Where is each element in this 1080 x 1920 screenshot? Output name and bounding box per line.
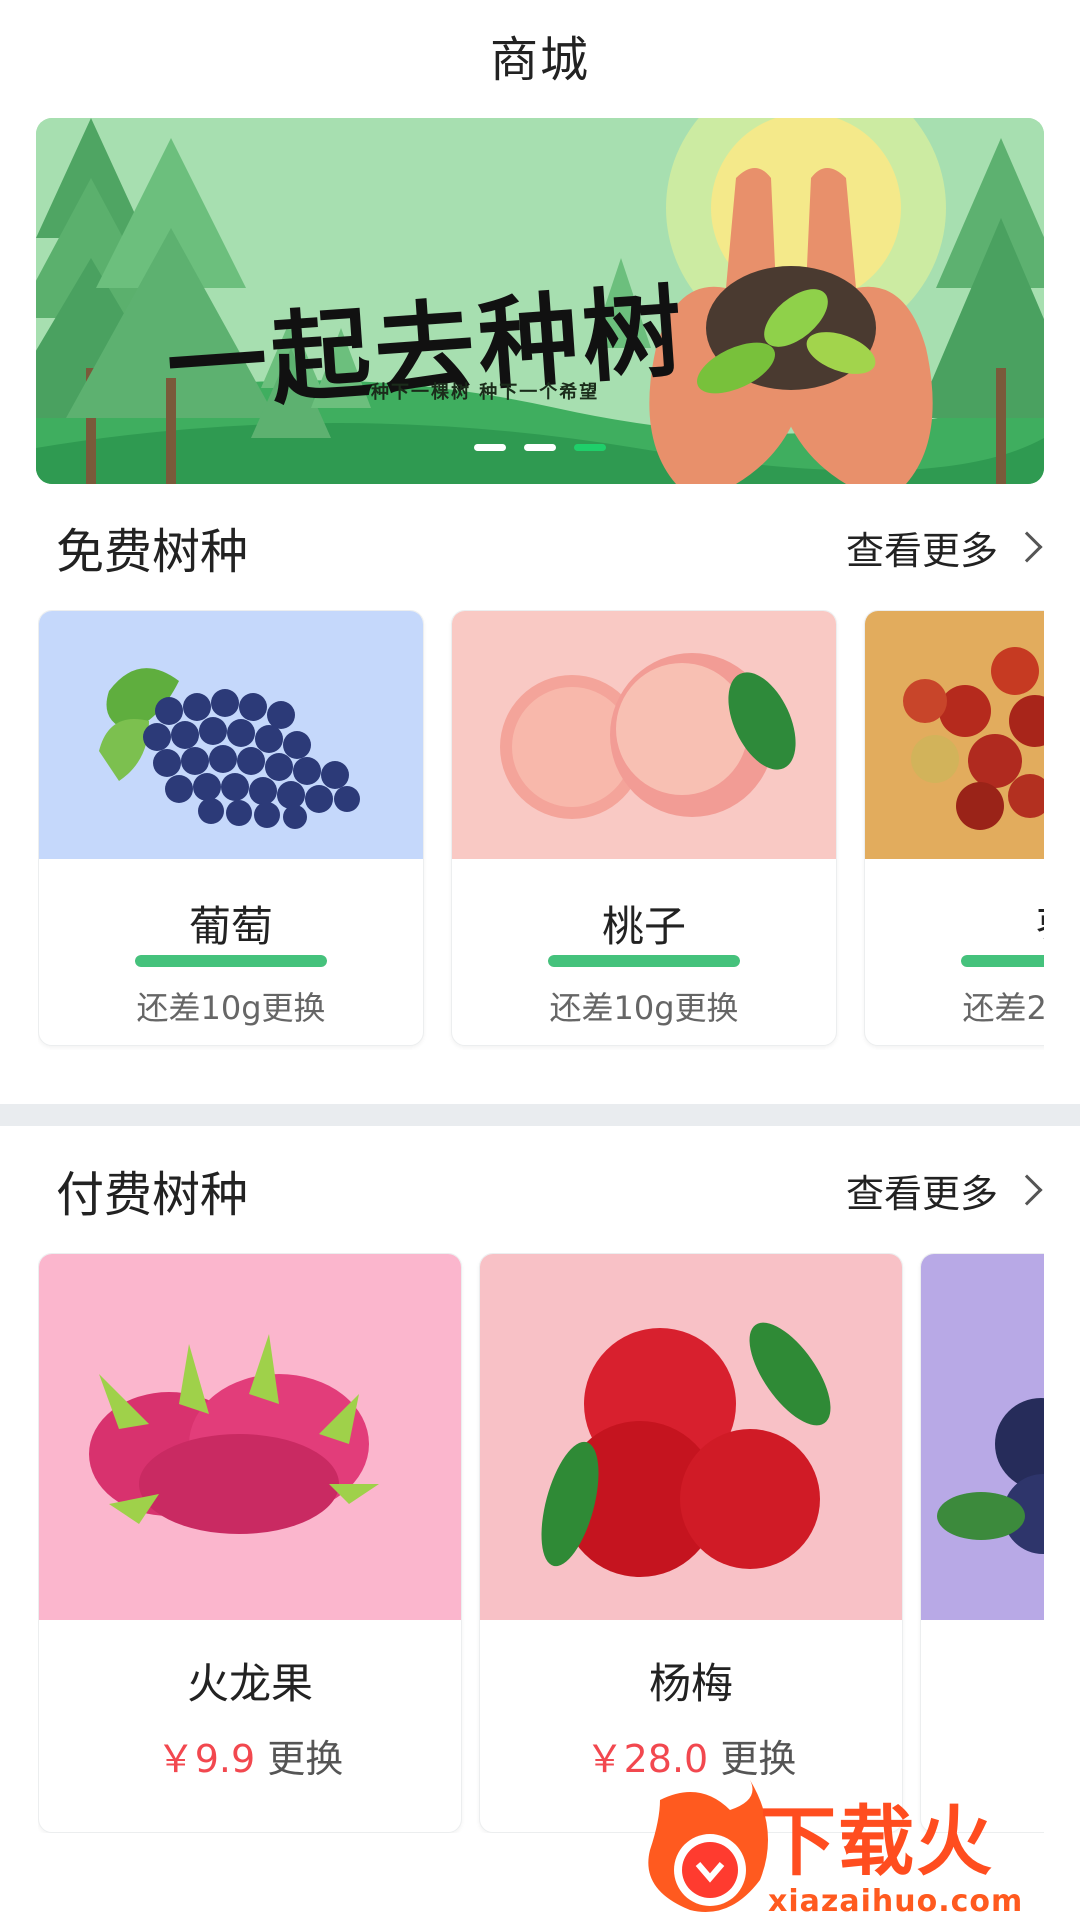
fruit-image [452, 611, 836, 859]
flame-logo-icon [648, 1780, 768, 1912]
price: ￥9.9 [156, 1737, 256, 1781]
free-item-card[interactable]: 桃子 还差10g更换 [451, 610, 837, 1046]
carousel-dots [474, 444, 606, 451]
fruit-name: 火龙果 [186, 1659, 313, 1708]
view-more-label: 查看更多 [845, 1171, 998, 1216]
progress-track [135, 955, 327, 967]
progress-fill [961, 955, 1044, 967]
free-item-card[interactable]: 枣 还差20g更换 [864, 610, 1044, 1046]
paid-item-card[interactable]: 火龙果 ￥9.9 更换 [38, 1253, 462, 1833]
exchange-label: 更换 [267, 1737, 344, 1781]
progress-fill [548, 955, 740, 967]
dragon-fruit-icon [39, 1254, 461, 1620]
fruit-name: 桃子 [601, 902, 686, 951]
free-items-list[interactable]: 葡萄 还差10g更换 桃子 还差10g更换 还差2 [38, 610, 1044, 1050]
watermark-url: xiazaihuo.com [768, 1884, 1024, 1919]
view-more-free[interactable]: 查看更多 [846, 520, 1048, 575]
blueberry-icon [921, 1254, 1044, 1620]
fruit-image [865, 611, 1044, 859]
section-divider [0, 1104, 1080, 1126]
fruit-image [921, 1254, 1044, 1620]
paid-item-card[interactable]: 杨梅 ￥28.0 更换 [479, 1253, 903, 1833]
page-title: 商城 [489, 32, 590, 88]
fruit-image [39, 611, 423, 859]
peach-icon [452, 611, 836, 859]
price-line: ￥28.0 更换 [480, 1728, 902, 1783]
carousel-dot-active[interactable] [574, 444, 606, 451]
progress-fill [135, 955, 327, 967]
section-title: 付费树种 [56, 1167, 249, 1223]
chevron-right-icon [1011, 531, 1043, 563]
watermark-brand: 下载火 [760, 1797, 994, 1886]
bayberry-icon [480, 1254, 902, 1620]
price-line: ￥9.9 更换 [39, 1728, 461, 1783]
banner-carousel[interactable]: 一起去种树 种下一棵树 种下一个希望 [36, 118, 1044, 484]
price-line: ￥ 更换 [921, 1728, 1044, 1783]
fruit-name: 葡萄 [188, 902, 273, 951]
fruit-image [480, 1254, 902, 1620]
chevron-right-icon [1011, 1174, 1043, 1206]
watermark: 下载火 xiazaihuo.com [640, 1780, 1080, 1920]
fruit-name: 枣 [865, 893, 1044, 954]
free-item-card[interactable]: 葡萄 还差10g更换 [38, 610, 424, 1046]
price: ￥28.0 [585, 1737, 709, 1781]
paid-section-header: 付费树种 查看更多 [0, 1150, 1080, 1230]
carousel-dot[interactable] [474, 444, 506, 451]
grape-icon [39, 611, 423, 859]
progress-track [548, 955, 740, 967]
exchange-requirement: 还差10g更换 [549, 989, 739, 1027]
free-section-header: 免费树种 查看更多 [0, 507, 1080, 587]
fruit-name: 杨梅 [648, 1659, 733, 1708]
carousel-dot[interactable] [524, 444, 556, 451]
fruit-name: 蓝莓 [921, 1650, 1044, 1711]
paid-items-list[interactable]: 火龙果 ￥9.9 更换 杨梅 ￥28.0 更换 [38, 1253, 1044, 1833]
fruit-image [39, 1254, 461, 1620]
view-more-label: 查看更多 [845, 528, 998, 573]
view-more-paid[interactable]: 查看更多 [846, 1163, 1048, 1218]
exchange-requirement: 还差10g更换 [136, 989, 326, 1027]
jujube-icon [865, 611, 1044, 859]
section-title: 免费树种 [56, 524, 249, 580]
banner-subtitle: 种下一棵树 种下一个希望 [371, 382, 600, 403]
exchange-requirement: 还差20g更换 [962, 989, 1044, 1027]
top-bar: 商城 [0, 0, 1080, 110]
progress-track [961, 955, 1044, 967]
shop-page: 商城 一起去种树 种下一棵树 种下一个希望 免费树种 查看更多 葡萄 还差10g… [0, 0, 1080, 1920]
exchange-label: 更换 [720, 1737, 797, 1781]
paid-item-card[interactable]: 蓝莓 ￥ 更换 [920, 1253, 1044, 1833]
